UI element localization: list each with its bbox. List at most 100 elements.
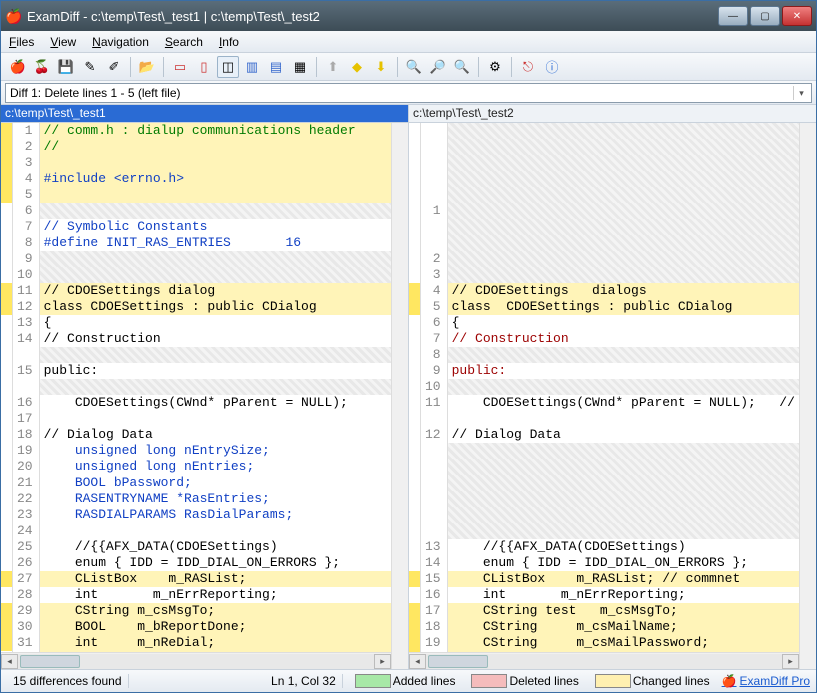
code-line[interactable]: CString m_csMsgTo; xyxy=(40,603,391,619)
code-line[interactable]: RASDIALPARAMS RasDialParams; xyxy=(40,507,391,523)
examdiff-pro-link[interactable]: 🍎ExamDiff Pro xyxy=(722,674,810,688)
tb-layout-vsplit-icon[interactable]: ◫ xyxy=(217,56,239,78)
scroll-right-icon[interactable]: ▸ xyxy=(374,654,391,669)
code-line[interactable]: class CDOESettings : public CDialog xyxy=(448,299,799,315)
code-line[interactable]: { xyxy=(448,315,799,331)
code-line[interactable]: public: xyxy=(448,363,799,379)
code-line[interactable] xyxy=(448,523,799,539)
code-line[interactable]: public: xyxy=(40,363,391,379)
code-line[interactable]: unsigned long nEntrySize; xyxy=(40,443,391,459)
diff-selector[interactable]: Diff 1: Delete lines 1 - 5 (left file) ▾ xyxy=(5,83,812,103)
tb-options-icon[interactable]: ⚙ xyxy=(484,56,506,78)
chevron-down-icon[interactable]: ▾ xyxy=(793,86,809,100)
code-line[interactable]: class CDOESettings : public CDialog xyxy=(40,299,391,315)
code-line[interactable] xyxy=(448,475,799,491)
code-line[interactable]: // Symbolic Constants xyxy=(40,219,391,235)
tb-layout-grid-icon[interactable]: ▦ xyxy=(289,56,311,78)
code-line[interactable] xyxy=(448,155,799,171)
code-line[interactable] xyxy=(40,523,391,539)
code-line[interactable]: int m_nErrReporting; xyxy=(40,587,391,603)
code-line[interactable]: #include <errno.h> xyxy=(40,171,391,187)
minimize-button[interactable]: — xyxy=(718,6,748,26)
code-line[interactable]: CListBox m_RASList; // commnet xyxy=(448,571,799,587)
code-line[interactable] xyxy=(40,267,391,283)
scroll-left-icon[interactable]: ◂ xyxy=(409,654,426,669)
code-line[interactable]: CString test m_csMsgTo; xyxy=(448,603,799,619)
tb-find-cols-icon[interactable]: 🔍 xyxy=(451,56,473,78)
left-hscrollbar[interactable]: ◂ ▸ xyxy=(1,652,391,669)
code-line[interactable]: int m_nErrReporting; xyxy=(448,587,799,603)
menu-view[interactable]: View xyxy=(50,35,76,49)
code-line[interactable] xyxy=(448,171,799,187)
code-line[interactable] xyxy=(448,443,799,459)
code-line[interactable]: { xyxy=(40,315,391,331)
tb-find-icon[interactable]: 🔍 xyxy=(403,56,425,78)
code-line[interactable] xyxy=(448,411,799,427)
tb-exit-icon[interactable]: ⎋ xyxy=(517,56,539,78)
code-line[interactable]: // Construction xyxy=(448,331,799,347)
code-line[interactable]: // xyxy=(40,139,391,155)
maximize-button[interactable]: ▢ xyxy=(750,6,780,26)
code-line[interactable]: CString m_csMailPassword; xyxy=(448,635,799,651)
left-pane-header[interactable]: c:\temp\Test\_test1 xyxy=(1,105,408,123)
code-line[interactable]: unsigned long nEntries; xyxy=(40,459,391,475)
code-line[interactable] xyxy=(448,139,799,155)
tb-edit1-icon[interactable]: ✎ xyxy=(79,56,101,78)
scroll-thumb[interactable] xyxy=(20,655,80,668)
tb-layout-split-icon[interactable]: ▯ xyxy=(193,56,215,78)
code-line[interactable]: CDOESettings(CWnd* pParent = NULL); // xyxy=(448,395,799,411)
code-line[interactable] xyxy=(448,219,799,235)
close-button[interactable]: ✕ xyxy=(782,6,812,26)
code-line[interactable] xyxy=(40,203,391,219)
code-line[interactable]: //{{AFX_DATA(CDOESettings) xyxy=(448,539,799,555)
tb-arrow-up-icon[interactable]: ⬆ xyxy=(322,56,344,78)
code-line[interactable] xyxy=(40,155,391,171)
code-line[interactable] xyxy=(40,347,391,363)
code-line[interactable]: // comm.h : dialup communications header xyxy=(40,123,391,139)
code-line[interactable] xyxy=(448,459,799,475)
code-line[interactable]: RASENTRYNAME *RasEntries; xyxy=(40,491,391,507)
menu-navigation[interactable]: Navigation xyxy=(92,35,149,49)
tb-layout-single-icon[interactable]: ▭ xyxy=(169,56,191,78)
tb-edit2-icon[interactable]: ✐ xyxy=(103,56,125,78)
code-line[interactable] xyxy=(40,411,391,427)
code-line[interactable] xyxy=(448,123,799,139)
code-line[interactable]: // CDOESettings dialogs xyxy=(448,283,799,299)
code-line[interactable] xyxy=(448,379,799,395)
tb-info-icon[interactable]: ⓘ xyxy=(541,56,563,78)
code-line[interactable] xyxy=(448,491,799,507)
tb-layout-cols-icon[interactable]: ▥ xyxy=(241,56,263,78)
tb-save-icon[interactable]: 💾 xyxy=(55,56,77,78)
code-line[interactable] xyxy=(448,251,799,267)
code-line[interactable]: int m_nReDial; xyxy=(40,635,391,651)
left-code-area[interactable]: 1234567891011121314151617181920212223242… xyxy=(1,123,391,652)
code-line[interactable]: //{{AFX_DATA(CDOESettings) xyxy=(40,539,391,555)
code-line[interactable] xyxy=(40,379,391,395)
tb-apple-icon[interactable]: 🍎 xyxy=(7,56,29,78)
code-line[interactable]: #define INIT_RAS_ENTRIES 16 xyxy=(40,235,391,251)
right-code-area[interactable]: 1234567891011121314151617181920212223242… xyxy=(409,123,799,652)
code-line[interactable] xyxy=(448,203,799,219)
tb-arrow-down-icon[interactable]: ⬇ xyxy=(370,56,392,78)
menu-search[interactable]: Search xyxy=(165,35,203,49)
code-line[interactable]: // Dialog Data xyxy=(448,427,799,443)
menu-info[interactable]: Info xyxy=(219,35,239,49)
code-line[interactable]: enum { IDD = IDD_DIAL_ON_ERRORS }; xyxy=(448,555,799,571)
code-line[interactable]: CString m_csMailName; xyxy=(448,619,799,635)
right-hscrollbar[interactable]: ◂ ▸ xyxy=(409,652,799,669)
code-line[interactable] xyxy=(448,507,799,523)
code-line[interactable] xyxy=(448,187,799,203)
code-line[interactable] xyxy=(40,187,391,203)
code-line[interactable] xyxy=(40,251,391,267)
menu-files[interactable]: Files xyxy=(9,35,34,49)
tb-find-next-icon[interactable]: 🔎 xyxy=(427,56,449,78)
code-line[interactable]: BOOL m_bReportDone; xyxy=(40,619,391,635)
code-line[interactable] xyxy=(448,235,799,251)
code-line[interactable] xyxy=(448,267,799,283)
code-line[interactable] xyxy=(448,347,799,363)
tb-cherry-icon[interactable]: 🍒 xyxy=(31,56,53,78)
tb-layout-rows-icon[interactable]: ▤ xyxy=(265,56,287,78)
scroll-left-icon[interactable]: ◂ xyxy=(1,654,18,669)
code-line[interactable]: CListBox m_RASList; xyxy=(40,571,391,587)
code-line[interactable]: enum { IDD = IDD_DIAL_ON_ERRORS }; xyxy=(40,555,391,571)
